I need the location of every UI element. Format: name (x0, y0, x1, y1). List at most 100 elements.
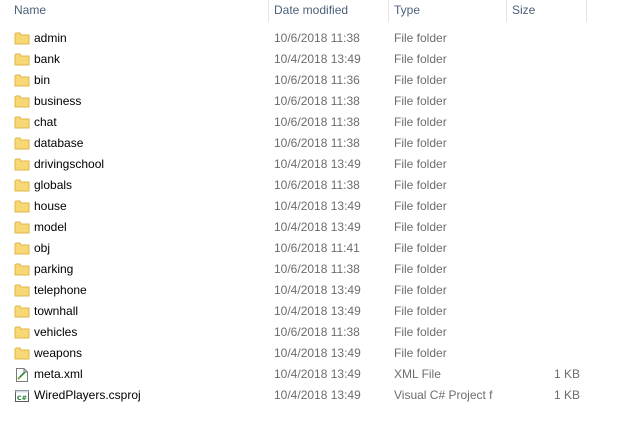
file-name: weapons (34, 346, 83, 360)
file-row-business[interactable]: business 10/6/2018 11:38 File folder (0, 91, 636, 112)
file-row-telephone[interactable]: telephone 10/4/2018 13:49 File folder (0, 280, 636, 301)
file-name: model (34, 220, 67, 234)
file-name: townhall (34, 304, 79, 318)
file-row-chat[interactable]: chat 10/6/2018 11:38 File folder (0, 112, 636, 133)
file-date-modified: 10/6/2018 11:38 (274, 136, 360, 150)
file-type: File folder (394, 220, 447, 234)
file-row-admin[interactable]: admin 10/6/2018 11:38 File folder (0, 28, 636, 49)
file-name: obj (34, 241, 51, 255)
file-list: admin 10/6/2018 11:38 File folder bank 10/4/… (0, 28, 636, 406)
column-header-size-label: Size (512, 3, 536, 17)
column-header-name-label: Name (14, 3, 47, 17)
file-size (500, 91, 580, 112)
file-date-modified: 10/4/2018 13:49 (274, 199, 361, 213)
file-size (500, 133, 580, 154)
file-row-drivingschool[interactable]: drivingschool 10/4/2018 13:49 File folder (0, 154, 636, 175)
file-type: File folder (394, 136, 447, 150)
column-header-size[interactable]: Size (506, 0, 586, 22)
file-row-parking[interactable]: parking 10/6/2018 11:38 File folder (0, 259, 636, 280)
file-name: admin (34, 31, 67, 45)
file-type: File folder (394, 157, 447, 171)
column-header-date-label: Date modified (274, 3, 349, 17)
file-size (500, 196, 580, 217)
file-name: telephone (34, 283, 87, 297)
file-row-house[interactable]: house 10/4/2018 13:49 File folder (0, 196, 636, 217)
file-type: File folder (394, 31, 447, 45)
column-header-type-label: Type (394, 3, 421, 17)
column-header-type[interactable]: Type (388, 0, 506, 22)
file-type: File folder (394, 199, 447, 213)
file-size: 1 KB (553, 367, 580, 381)
file-date-modified: 10/6/2018 11:36 (274, 73, 360, 87)
column-header-bar: Name ⌃ Date modified Type Size (0, 0, 636, 22)
file-size: 1 KB (553, 388, 580, 402)
file-name: parking (34, 262, 74, 276)
file-size (500, 28, 580, 49)
file-date-modified: 10/6/2018 11:41 (274, 241, 360, 255)
file-row-obj[interactable]: obj 10/6/2018 11:41 File folder (0, 238, 636, 259)
file-row-globals[interactable]: globals 10/6/2018 11:38 File folder (0, 175, 636, 196)
file-type: XML File (394, 367, 441, 381)
folder-icon (14, 178, 30, 193)
file-row-townhall[interactable]: townhall 10/4/2018 13:49 File folder (0, 301, 636, 322)
file-name: vehicles (34, 325, 78, 339)
file-size (500, 259, 580, 280)
file-type: File folder (394, 94, 447, 108)
file-date-modified: 10/4/2018 13:49 (274, 346, 361, 360)
file-row-meta-xml[interactable]: meta.xml 10/4/2018 13:49 XML File 1 KB (0, 364, 636, 385)
file-size (500, 238, 580, 259)
folder-icon (14, 304, 30, 319)
folder-icon (14, 136, 30, 151)
file-date-modified: 10/6/2018 11:38 (274, 31, 360, 45)
file-row-vehicles[interactable]: vehicles 10/6/2018 11:38 File folder (0, 322, 636, 343)
column-divider[interactable] (586, 0, 587, 22)
file-type: File folder (394, 346, 447, 360)
folder-icon (14, 241, 30, 256)
file-size (500, 343, 580, 364)
folder-icon (14, 157, 30, 172)
file-row-model[interactable]: model 10/4/2018 13:49 File folder (0, 217, 636, 238)
file-size (500, 301, 580, 322)
file-row-wiredplayers-csproj[interactable]: C# WiredPlayers.csproj 10/4/2018 13:49 Visu… (0, 385, 636, 406)
file-type: File folder (394, 52, 447, 66)
file-date-modified: 10/6/2018 11:38 (274, 115, 360, 129)
file-row-weapons[interactable]: weapons 10/4/2018 13:49 File folder (0, 343, 636, 364)
file-name: globals (34, 178, 73, 192)
file-date-modified: 10/4/2018 13:49 (274, 388, 361, 402)
file-size (500, 70, 580, 91)
file-size (500, 154, 580, 175)
column-header-name[interactable]: Name (8, 0, 268, 22)
folder-icon (14, 283, 30, 298)
file-date-modified: 10/6/2018 11:38 (274, 325, 360, 339)
file-name: database (34, 136, 84, 150)
xml-file-icon (14, 367, 30, 382)
file-date-modified: 10/4/2018 13:49 (274, 304, 361, 318)
folder-icon (14, 346, 30, 361)
file-name: business (34, 94, 82, 108)
sort-up-icon: ⌃ (150, 0, 157, 6)
file-date-modified: 10/4/2018 13:49 (274, 52, 361, 66)
file-name: chat (34, 115, 57, 129)
folder-icon (14, 52, 30, 67)
file-type: File folder (394, 304, 447, 318)
file-type: File folder (394, 262, 447, 276)
file-size (500, 280, 580, 301)
file-date-modified: 10/4/2018 13:49 (274, 220, 361, 234)
file-name: drivingschool (34, 157, 105, 171)
file-row-bank[interactable]: bank 10/4/2018 13:49 File folder (0, 49, 636, 70)
file-size (500, 217, 580, 238)
column-header-date-modified[interactable]: Date modified (268, 0, 388, 22)
file-row-database[interactable]: database 10/6/2018 11:38 File folder (0, 133, 636, 154)
folder-icon (14, 115, 30, 130)
folder-icon (14, 325, 30, 340)
file-type: Visual C# Project f (394, 388, 493, 402)
file-name: house (34, 199, 67, 213)
csproj-file-icon: C# (14, 388, 30, 403)
file-type: File folder (394, 178, 447, 192)
file-date-modified: 10/6/2018 11:38 (274, 94, 360, 108)
folder-icon (14, 220, 30, 235)
file-date-modified: 10/6/2018 11:38 (274, 178, 360, 192)
svg-text:C#: C# (17, 394, 27, 402)
file-type: File folder (394, 241, 447, 255)
file-row-bin[interactable]: bin 10/6/2018 11:36 File folder (0, 70, 636, 91)
